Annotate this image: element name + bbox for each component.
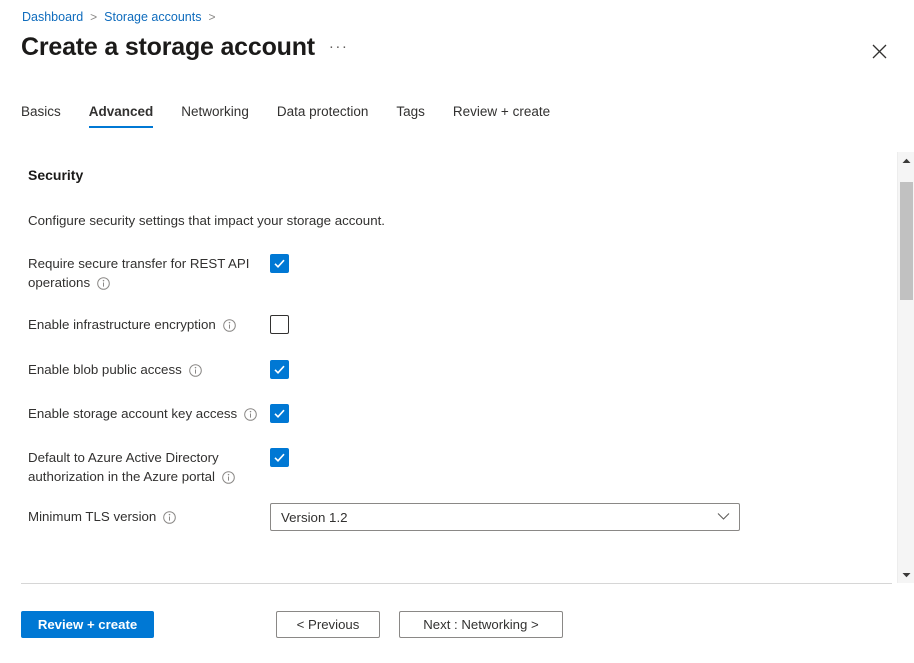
chevron-down-icon <box>717 508 730 526</box>
field-label-text: Default to Azure Active Directory author… <box>28 450 219 484</box>
field-require-secure-transfer: Require secure transfer for REST API ope… <box>28 254 768 295</box>
field-enable-blob-public-access: Enable blob public access <box>28 360 768 383</box>
field-enable-storage-account-key-access: Enable storage account key access <box>28 404 768 427</box>
tab-label: Basics <box>21 104 61 119</box>
breadcrumb-item-dashboard[interactable]: Dashboard <box>22 9 83 25</box>
checkbox-enable-infrastructure-encryption[interactable] <box>270 315 289 334</box>
caret-down-icon[interactable] <box>898 566 914 583</box>
field-label: Enable infrastructure encryption <box>28 315 270 338</box>
field-label-text: Enable storage account key access <box>28 406 237 421</box>
scrollbar-thumb[interactable] <box>900 182 913 300</box>
page-title: Create a storage account <box>21 31 315 63</box>
create-storage-account-blade: Dashboard > Storage accounts > Create a … <box>0 0 914 663</box>
section-description: Configure security settings that impact … <box>28 213 385 228</box>
breadcrumb-separator-icon: > <box>208 9 215 25</box>
field-label-text: Require secure transfer for REST API ope… <box>28 256 249 290</box>
content-divider <box>21 583 892 584</box>
checkbox-default-to-aad-authorization[interactable] <box>270 448 289 467</box>
dropdown-selected-value: Version 1.2 <box>281 510 348 525</box>
field-label-text: Enable blob public access <box>28 362 182 377</box>
tab-label: Tags <box>396 104 425 119</box>
tab-review-create[interactable]: Review + create <box>453 101 550 128</box>
field-minimum-tls-version: Minimum TLS version Version 1.2 <box>28 503 768 531</box>
field-label: Require secure transfer for REST API ope… <box>28 254 270 295</box>
content-scrollbar[interactable] <box>897 152 914 583</box>
field-enable-infrastructure-encryption: Enable infrastructure encryption <box>28 315 768 338</box>
info-icon[interactable] <box>97 277 110 296</box>
title-row: Create a storage account ··· <box>21 31 348 63</box>
checkbox-enable-storage-account-key-access[interactable] <box>270 404 289 423</box>
wizard-footer: Review + create < Previous Next : Networ… <box>0 606 914 663</box>
previous-button[interactable]: < Previous <box>276 611 380 638</box>
field-default-to-aad-authorization: Default to Azure Active Directory author… <box>28 448 768 489</box>
field-label: Minimum TLS version <box>28 503 270 530</box>
breadcrumb-item-storage-accounts[interactable]: Storage accounts <box>104 9 201 25</box>
more-options-button[interactable]: ··· <box>329 38 349 55</box>
close-icon[interactable] <box>868 40 890 62</box>
field-label: Enable blob public access <box>28 360 270 383</box>
tab-label: Advanced <box>89 104 154 119</box>
info-icon[interactable] <box>222 471 235 490</box>
breadcrumb-separator-icon: > <box>90 9 97 25</box>
field-label-text: Enable infrastructure encryption <box>28 317 216 332</box>
tab-basics[interactable]: Basics <box>21 101 61 128</box>
info-icon[interactable] <box>163 511 176 530</box>
checkbox-require-secure-transfer[interactable] <box>270 254 289 273</box>
tab-networking[interactable]: Networking <box>181 101 249 128</box>
breadcrumb: Dashboard > Storage accounts > <box>22 9 215 25</box>
tab-label: Data protection <box>277 104 369 119</box>
field-label: Default to Azure Active Directory author… <box>28 448 270 489</box>
tab-data-protection[interactable]: Data protection <box>277 101 369 128</box>
info-icon[interactable] <box>189 364 202 383</box>
checkbox-enable-blob-public-access[interactable] <box>270 360 289 379</box>
review-create-button[interactable]: Review + create <box>21 611 154 638</box>
field-label-text: Minimum TLS version <box>28 509 156 524</box>
field-label: Enable storage account key access <box>28 404 270 427</box>
info-icon[interactable] <box>223 319 236 338</box>
tab-label: Networking <box>181 104 249 119</box>
tab-advanced[interactable]: Advanced <box>89 101 154 128</box>
section-title-security: Security <box>28 167 83 183</box>
tab-label: Review + create <box>453 104 550 119</box>
next-button[interactable]: Next : Networking > <box>399 611 563 638</box>
info-icon[interactable] <box>244 408 257 427</box>
dropdown-minimum-tls-version[interactable]: Version 1.2 <box>270 503 740 531</box>
tab-tags[interactable]: Tags <box>396 101 425 128</box>
wizard-tabs: Basics Advanced Networking Data protecti… <box>21 101 578 128</box>
caret-up-icon[interactable] <box>898 152 914 169</box>
